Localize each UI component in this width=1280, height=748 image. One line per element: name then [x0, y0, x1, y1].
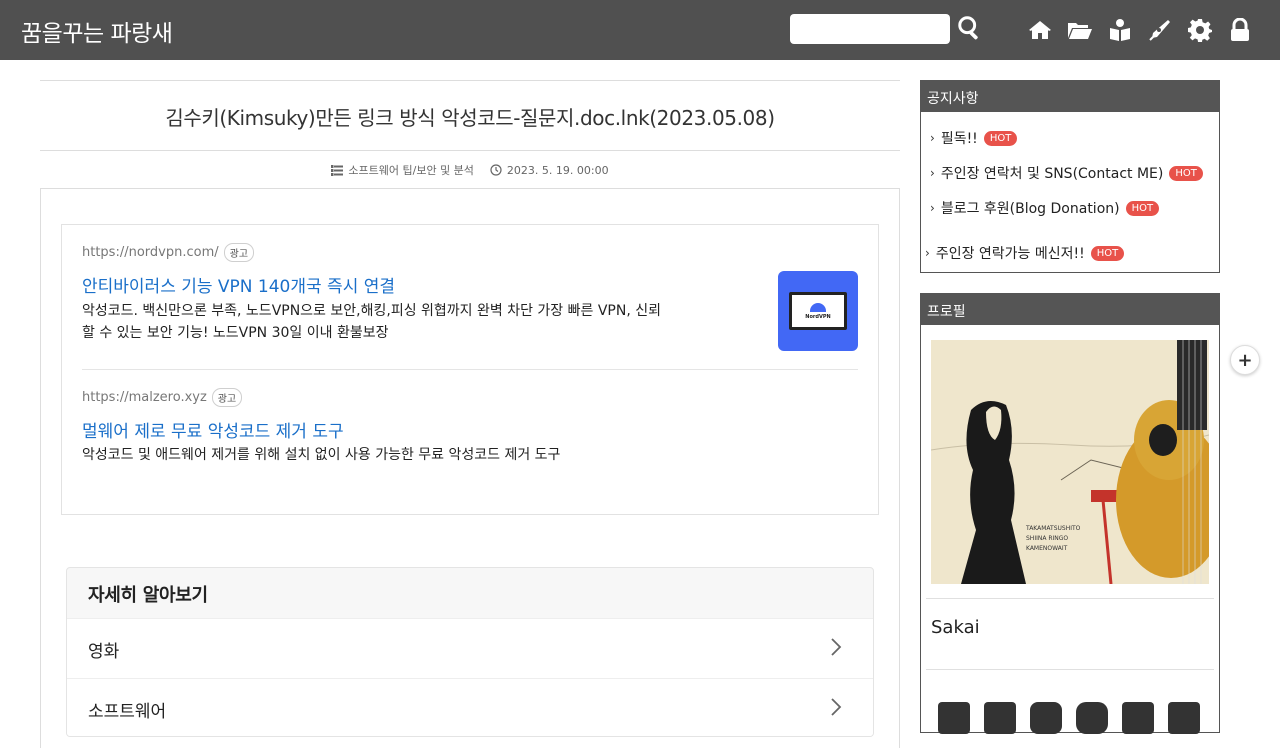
facebook-icon[interactable] — [984, 702, 1016, 734]
hot-badge: HOT — [1169, 165, 1203, 181]
ad-thumbnail-text: NordVPN — [805, 313, 831, 320]
chevron-right-icon — [831, 698, 842, 716]
write-icon[interactable] — [1147, 17, 1173, 43]
top-navigation-bar: 꿈을꾸는 파랑새 — [0, 0, 1280, 60]
ad-url[interactable]: https://malzero.xyz — [82, 390, 207, 405]
instagram-icon[interactable] — [1030, 702, 1062, 734]
clock-icon — [490, 164, 502, 176]
post-category[interactable]: 소프트웨어 팁/보안 및 분석 — [331, 162, 474, 178]
ad-description-line: 악성코드 및 애드웨어 제거를 위해 설치 없이 사용 가능한 무료 악성코드 … — [82, 447, 561, 463]
folder-icon[interactable] — [1067, 17, 1093, 43]
divider — [40, 150, 900, 151]
divider — [82, 369, 858, 370]
kakao-icon[interactable] — [1122, 702, 1154, 734]
twitter-icon[interactable] — [938, 702, 970, 734]
search-input[interactable] — [790, 14, 950, 44]
ad-headline[interactable]: 안티바이러스 기능 VPN 140개국 즉시 연결 — [82, 272, 395, 297]
notice-item-label[interactable]: 블로그 후원(Blog Donation) — [941, 198, 1120, 218]
notice-item-label[interactable]: 주인장 연락처 및 SNS(Contact ME) — [941, 163, 1164, 183]
ad-description-line: 악성코드. 백신만으론 부족, 노드VPN으로 보안,해킹,피싱 위협까지 완벽… — [82, 303, 661, 319]
laptop-icon: NordVPN — [789, 292, 847, 330]
learn-more-item-movie[interactable]: 영화 — [67, 618, 873, 678]
notice-item[interactable]: › 필독!! HOT — [930, 128, 1018, 148]
chevron-right-icon: › — [925, 246, 930, 260]
notice-widget-title: 공지사항 — [921, 81, 1219, 112]
divider — [40, 80, 900, 81]
ad-url-row: https://nordvpn.com/ 광고 — [82, 243, 255, 262]
svg-text:SHIINA RINGO: SHIINA RINGO — [1026, 535, 1068, 542]
profile-name: Sakai — [931, 617, 980, 638]
hot-badge: HOT — [983, 130, 1018, 146]
svg-text:KAMENOWAIT: KAMENOWAIT — [1026, 545, 1068, 552]
expand-button[interactable]: + — [1230, 345, 1260, 375]
learn-more-item-software[interactable]: 소프트웨어 — [67, 678, 873, 736]
notice-item[interactable]: › 블로그 후원(Blog Donation) HOT — [930, 198, 1160, 218]
lock-icon[interactable] — [1227, 17, 1253, 43]
notice-item[interactable]: › 주인장 연락가능 메신저!! HOT — [925, 243, 1125, 263]
mail-icon[interactable] — [1168, 702, 1200, 734]
nordvpn-logo — [810, 302, 826, 312]
chevron-right-icon: › — [930, 201, 935, 215]
ad-url[interactable]: https://nordvpn.com/ — [82, 245, 219, 260]
learn-more-title: 자세히 알아보기 — [88, 585, 208, 606]
search-icon[interactable] — [957, 15, 983, 41]
post-date: 2023. 5. 19. 00:00 — [490, 164, 609, 177]
profile-image: TAKAMATSUSHITO SHIINA RINGO KAMENOWAIT — [931, 340, 1209, 584]
chevron-right-icon: › — [930, 131, 935, 145]
chevron-right-icon: › — [930, 166, 935, 180]
settings-icon[interactable] — [1187, 17, 1213, 43]
post-title: 김수키(Kimsuky)만든 링크 방식 악성코드-질문지.doc.lnk(20… — [165, 106, 775, 130]
ad-badge: 광고 — [211, 388, 243, 407]
ad-description: 악성코드 및 애드웨어 제거를 위해 설치 없이 사용 가능한 무료 악성코드 … — [82, 444, 842, 466]
notice-item[interactable]: › 주인장 연락처 및 SNS(Contact ME) HOT — [930, 163, 1203, 183]
learn-more-item-label: 영화 — [88, 642, 120, 662]
site-title[interactable]: 꿈을꾸는 파랑새 — [21, 14, 173, 48]
ad-description: 악성코드. 백신만으론 부족, 노드VPN으로 보안,해킹,피싱 위협까지 완벽… — [82, 300, 762, 344]
ad-headline[interactable]: 멀웨어 제로 무료 악성코드 제거 도구 — [82, 417, 344, 442]
ad-description-line: 할 수 있는 보안 기능! 노드VPN 30일 이내 환불보장 — [82, 325, 389, 341]
post-meta: 소프트웨어 팁/보안 및 분석 2023. 5. 19. 00:00 — [40, 162, 900, 178]
divider — [926, 669, 1214, 670]
learn-more-panel: 자세히 알아보기 영화 소프트웨어 — [66, 567, 874, 737]
ad-badge: 광고 — [223, 243, 255, 262]
list-icon — [331, 164, 344, 176]
profile-widget-title: 프로필 — [921, 294, 1219, 325]
youtube-icon[interactable] — [1076, 702, 1108, 734]
ad-thumbnail[interactable]: NordVPN — [778, 271, 858, 351]
ad-url-row: https://malzero.xyz 광고 — [82, 388, 243, 407]
notice-item-label[interactable]: 주인장 연락가능 메신저!! — [936, 243, 1085, 263]
notice-item-label[interactable]: 필독!! — [941, 128, 978, 148]
hot-badge: HOT — [1125, 200, 1160, 216]
chevron-right-icon — [831, 638, 842, 656]
home-icon[interactable] — [1027, 17, 1053, 43]
divider — [926, 598, 1214, 599]
hot-badge: HOT — [1090, 245, 1125, 261]
learn-more-item-label: 소프트웨어 — [88, 702, 167, 722]
guestbook-icon[interactable] — [1107, 17, 1133, 43]
post-category-label[interactable]: 소프트웨어 팁/보안 및 분석 — [348, 162, 474, 178]
svg-text:TAKAMATSUSHITO: TAKAMATSUSHITO — [1025, 525, 1081, 532]
post-date-label: 2023. 5. 19. 00:00 — [506, 163, 609, 177]
